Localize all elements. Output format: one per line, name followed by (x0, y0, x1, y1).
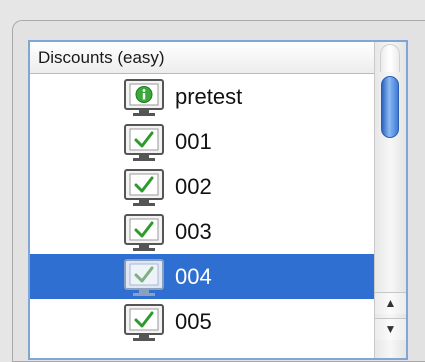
scroll-track[interactable] (380, 44, 400, 72)
list-item-label: 003 (175, 219, 212, 244)
list-item-label: 004 (175, 264, 212, 289)
arrow-up-icon: ▲ (384, 296, 397, 310)
list-item-label: 005 (175, 309, 212, 334)
list-item-label: 002 (175, 174, 212, 199)
list-item-pretest[interactable]: pretest (30, 74, 374, 119)
checked-monitor-icon (122, 169, 166, 207)
vertical-scrollbar[interactable]: ▲ ▼ (374, 42, 406, 358)
info-monitor-icon (122, 79, 166, 117)
list-item-001[interactable]: 001 (30, 119, 374, 164)
arrow-down-icon: ▼ (384, 322, 397, 336)
list-rows: pretest 001 002 003 004 005 (30, 74, 374, 344)
list-item-label: pretest (175, 84, 243, 109)
checked-monitor-icon (122, 304, 166, 342)
checked-monitor-icon (122, 259, 166, 297)
list-header-label: Discounts (easy) (38, 48, 165, 67)
list-header: Discounts (easy) (30, 42, 374, 74)
scroll-thumb[interactable] (381, 76, 399, 138)
scroll-down-button[interactable]: ▼ (375, 318, 406, 340)
list-item-003[interactable]: 003 (30, 209, 374, 254)
scroll-up-button[interactable]: ▲ (375, 292, 406, 314)
list-item-002[interactable]: 002 (30, 164, 374, 209)
list-item-005[interactable]: 005 (30, 299, 374, 344)
window-edge (408, 30, 425, 354)
checked-monitor-icon (122, 124, 166, 162)
checked-monitor-icon (122, 214, 166, 252)
test-list[interactable]: Discounts (easy) pretest 001 002 003 004… (28, 40, 408, 360)
list-item-label: 001 (175, 129, 212, 154)
list-item-004-selected[interactable]: 004 (30, 254, 374, 299)
